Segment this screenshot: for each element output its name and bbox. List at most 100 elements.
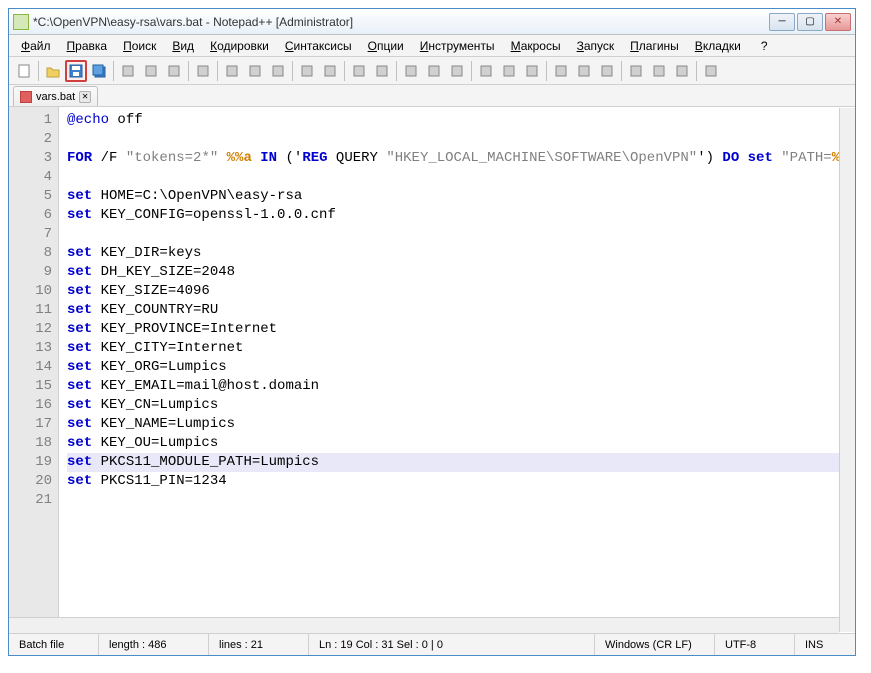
line-number: 15 [9, 377, 52, 396]
code-line[interactable]: set KEY_ORG=Lumpics [67, 358, 847, 377]
code-line[interactable]: set KEY_SIZE=4096 [67, 282, 847, 301]
stop-button[interactable] [700, 60, 722, 82]
undo-button[interactable] [267, 60, 289, 82]
menu-правка[interactable]: Правка [59, 37, 116, 55]
status-position: Ln : 19 Col : 31 Sel : 0 | 0 [309, 634, 595, 655]
titlebar: *C:\OpenVPN\easy-rsa\vars.bat - Notepad+… [9, 9, 855, 35]
folder-icon [553, 63, 569, 79]
menu-плагины[interactable]: Плагины [622, 37, 687, 55]
line-number: 16 [9, 396, 52, 415]
show-all-button[interactable] [475, 60, 497, 82]
copy-button[interactable] [221, 60, 243, 82]
monitor-button[interactable] [573, 60, 595, 82]
save-button[interactable] [65, 60, 87, 82]
close-all-icon [143, 63, 159, 79]
menu-инструменты[interactable]: Инструменты [412, 37, 503, 55]
cut-button[interactable] [192, 60, 214, 82]
code-line[interactable] [67, 225, 847, 244]
code-line[interactable]: set KEY_EMAIL=mail@host.domain [67, 377, 847, 396]
find-button[interactable] [319, 60, 341, 82]
horizontal-scrollbar[interactable] [9, 617, 839, 633]
close-button[interactable]: ✕ [825, 13, 851, 31]
open-icon [45, 63, 61, 79]
record-button[interactable] [648, 60, 670, 82]
code-line[interactable]: set KEY_OU=Lumpics [67, 434, 847, 453]
menu-опции[interactable]: Опции [360, 37, 412, 55]
code-line[interactable]: set DH_KEY_SIZE=2048 [67, 263, 847, 282]
close-button[interactable] [117, 60, 139, 82]
code-area[interactable]: @echo off FOR /F "tokens=2*" %%a IN ('REG… [59, 107, 855, 631]
save-all-button[interactable] [88, 60, 110, 82]
code-line[interactable]: set KEY_DIR=keys [67, 244, 847, 263]
redo-icon [299, 63, 315, 79]
file-modified-icon [20, 91, 32, 103]
play-button[interactable] [671, 60, 693, 82]
menu-вкладки[interactable]: Вкладки [687, 37, 749, 55]
code-line[interactable]: set KEY_COUNTRY=RU [67, 301, 847, 320]
main-window: *C:\OpenVPN\easy-rsa\vars.bat - Notepad+… [8, 8, 856, 656]
statusbar: Batch file length : 486 lines : 21 Ln : … [9, 633, 855, 655]
code-line[interactable]: set KEY_PROVINCE=Internet [67, 320, 847, 339]
code-line[interactable] [67, 168, 847, 187]
save-all-icon [91, 63, 107, 79]
menu-?[interactable]: ? [753, 37, 776, 55]
window-title: *C:\OpenVPN\easy-rsa\vars.bat - Notepad+… [33, 15, 769, 29]
zoom-in-button[interactable] [371, 60, 393, 82]
func-list-button[interactable] [625, 60, 647, 82]
save-icon [68, 63, 84, 79]
line-number: 8 [9, 244, 52, 263]
show-all-icon [478, 63, 494, 79]
undo-icon [270, 63, 286, 79]
zoom-out-button[interactable] [400, 60, 422, 82]
doc-list-button[interactable] [596, 60, 618, 82]
paste-button[interactable] [244, 60, 266, 82]
line-number: 20 [9, 472, 52, 491]
new-button[interactable] [13, 60, 35, 82]
sync-button[interactable] [423, 60, 445, 82]
code-line[interactable] [67, 491, 847, 510]
vertical-scrollbar[interactable] [839, 108, 855, 632]
maximize-button[interactable]: ▢ [797, 13, 823, 31]
close-all-button[interactable] [140, 60, 162, 82]
lang-button[interactable] [521, 60, 543, 82]
print-button[interactable] [163, 60, 185, 82]
folder-button[interactable] [550, 60, 572, 82]
line-number: 18 [9, 434, 52, 453]
tab-close-icon[interactable]: ✕ [79, 91, 91, 103]
code-line[interactable]: set KEY_NAME=Lumpics [67, 415, 847, 434]
code-line[interactable]: set PKCS11_MODULE_PATH=Lumpics [67, 453, 847, 472]
editor[interactable]: 123456789101112131415161718192021 @echo … [9, 107, 855, 631]
open-button[interactable] [42, 60, 64, 82]
zoom-out-icon [403, 63, 419, 79]
code-line[interactable]: set HOME=C:\OpenVPN\easy-rsa [67, 187, 847, 206]
code-line[interactable]: @echo off [67, 111, 847, 130]
find-icon [322, 63, 338, 79]
indent-button[interactable] [498, 60, 520, 82]
line-number: 7 [9, 225, 52, 244]
menu-кодировки[interactable]: Кодировки [202, 37, 277, 55]
menu-запуск[interactable]: Запуск [569, 37, 623, 55]
code-line[interactable]: set KEY_CITY=Internet [67, 339, 847, 358]
menu-файл[interactable]: Файл [13, 37, 59, 55]
wrap-button[interactable] [446, 60, 468, 82]
code-line[interactable] [67, 130, 847, 149]
line-number: 11 [9, 301, 52, 320]
line-number: 4 [9, 168, 52, 187]
code-line[interactable]: FOR /F "tokens=2*" %%a IN ('REG QUERY "H… [67, 149, 847, 168]
code-line[interactable]: set KEY_CN=Lumpics [67, 396, 847, 415]
status-eol: Windows (CR LF) [595, 634, 715, 655]
menu-макросы[interactable]: Макросы [503, 37, 569, 55]
redo-button[interactable] [296, 60, 318, 82]
menu-вид[interactable]: Вид [164, 37, 202, 55]
code-line[interactable]: set KEY_CONFIG=openssl-1.0.0.cnf [67, 206, 847, 225]
sync-icon [426, 63, 442, 79]
status-lines: lines : 21 [209, 634, 309, 655]
code-line[interactable]: set PKCS11_PIN=1234 [67, 472, 847, 491]
new-icon [16, 63, 32, 79]
replace-button[interactable] [348, 60, 370, 82]
line-number: 12 [9, 320, 52, 339]
menu-поиск[interactable]: Поиск [115, 37, 164, 55]
menu-синтаксисы[interactable]: Синтаксисы [277, 37, 360, 55]
file-tab[interactable]: vars.bat ✕ [13, 86, 98, 106]
minimize-button[interactable]: ─ [769, 13, 795, 31]
